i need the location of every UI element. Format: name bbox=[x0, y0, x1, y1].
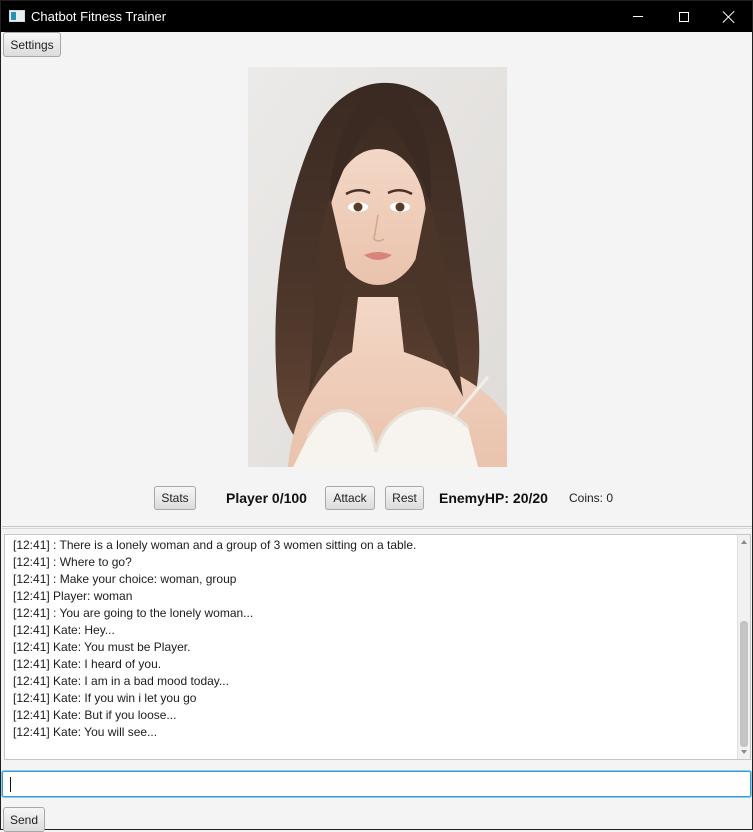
app-window: Chatbot Fitness Trainer Settings Stats P… bbox=[0, 0, 753, 832]
coins-label: Coins: 0 bbox=[569, 491, 614, 505]
character-portrait bbox=[248, 67, 507, 467]
minimize-button[interactable] bbox=[615, 1, 661, 32]
chat-line: [12:41] Kate: I heard of you. bbox=[13, 657, 162, 671]
chat-scrollbar[interactable] bbox=[737, 535, 750, 759]
scroll-up-icon[interactable] bbox=[741, 540, 747, 544]
chat-line: [12:41] Kate: I am in a bad mood today..… bbox=[13, 674, 229, 688]
scroll-thumb[interactable] bbox=[740, 621, 748, 747]
minimize-icon bbox=[633, 16, 643, 17]
enemy-hp-label: EnemyHP: 20/20 bbox=[439, 490, 548, 506]
close-icon bbox=[723, 11, 735, 23]
chat-line: [12:41] Kate: If you win i let you go bbox=[13, 691, 197, 705]
title-bar[interactable]: Chatbot Fitness Trainer bbox=[1, 1, 752, 32]
scroll-down-icon[interactable] bbox=[741, 750, 747, 754]
maximize-button[interactable] bbox=[661, 1, 707, 32]
chat-line: [12:41] Kate: Hey... bbox=[13, 623, 115, 637]
chat-line: [12:41] : You are going to the lonely wo… bbox=[13, 606, 254, 620]
character-portrait-image bbox=[248, 67, 507, 467]
rest-button[interactable]: Rest bbox=[385, 486, 424, 510]
chat-line: [12:41] Kate: You must be Player. bbox=[13, 640, 191, 654]
chat-line: [12:41] Kate: You will see... bbox=[13, 725, 158, 739]
chat-line: [12:41] Kate: But if you loose... bbox=[13, 708, 177, 722]
send-button[interactable]: Send bbox=[3, 807, 45, 832]
chat-line: [12:41] : There is a lonely woman and a … bbox=[13, 538, 417, 552]
text-caret bbox=[10, 777, 11, 792]
chat-line: [12:41] Player: woman bbox=[13, 589, 133, 603]
window-title: Chatbot Fitness Trainer bbox=[31, 9, 167, 24]
message-input[interactable] bbox=[2, 771, 751, 797]
app-icon bbox=[9, 10, 25, 22]
chat-line: [12:41] : Where to go? bbox=[13, 555, 132, 569]
chat-log[interactable]: [12:41] : There is a lonely woman and a … bbox=[4, 534, 751, 760]
settings-button[interactable]: Settings bbox=[3, 32, 61, 57]
close-button[interactable] bbox=[706, 1, 752, 32]
split-divider[interactable] bbox=[2, 526, 752, 529]
maximize-icon bbox=[679, 11, 689, 22]
stats-button[interactable]: Stats bbox=[154, 486, 196, 510]
player-hp-label: Player 0/100 bbox=[226, 490, 307, 506]
attack-button[interactable]: Attack bbox=[325, 486, 375, 510]
chat-line: [12:41] : Make your choice: woman, group bbox=[13, 572, 237, 586]
